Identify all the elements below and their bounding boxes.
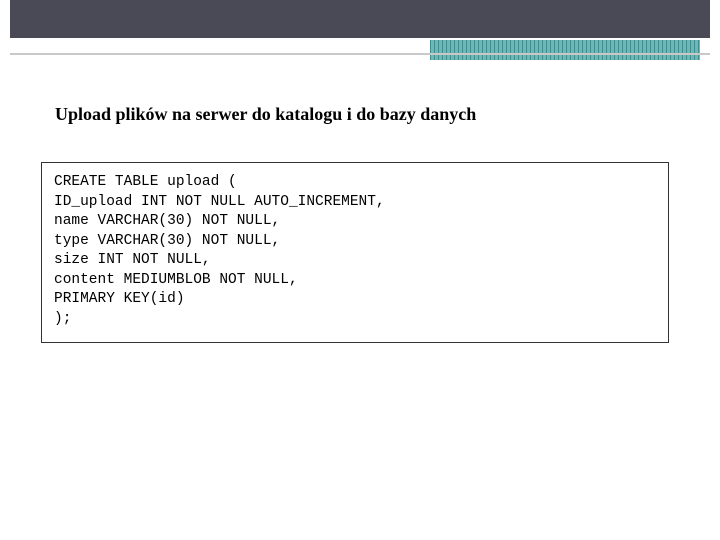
slide-title: Upload plików na serwer do katalogu i do… [55,104,680,125]
slide: Upload plików na serwer do katalogu i do… [0,0,720,540]
header-band [10,0,710,38]
header-rule [10,53,710,55]
code-block: CREATE TABLE upload ( ID_upload INT NOT … [41,162,669,343]
header-accent [430,40,700,60]
